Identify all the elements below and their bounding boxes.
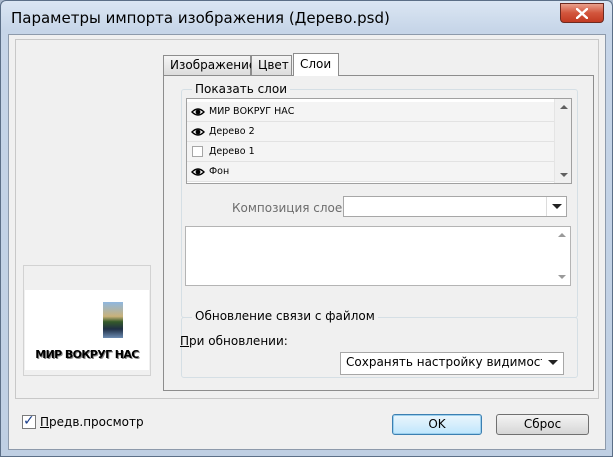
- layer-name: Дерево 2: [209, 126, 255, 137]
- tab-layers[interactable]: Слои: [293, 53, 339, 76]
- layer-composition-select[interactable]: [343, 196, 567, 217]
- ok-button[interactable]: OK: [392, 414, 482, 435]
- reset-button[interactable]: Сброс: [496, 414, 589, 435]
- window-title: Параметры импорта изображения (Дерево.ps…: [11, 9, 390, 27]
- list-item[interactable]: Фон: [187, 162, 557, 182]
- list-item[interactable]: Дерево 2: [187, 122, 557, 142]
- update-group-label: Обновление связи с файлом: [192, 309, 378, 323]
- preview-checkbox-text: редв.просмотр: [49, 415, 144, 429]
- eye-icon[interactable]: [191, 126, 205, 138]
- scroll-up-icon[interactable]: [560, 105, 568, 109]
- on-update-value: Сохранять настройку видимости слоев: [346, 355, 542, 369]
- layer-name: Дерево 1: [209, 146, 255, 157]
- layers-list[interactable]: МИР ВОКРУГ НАС Дерево 2 Дерево 1 Фон: [186, 98, 572, 184]
- dialog-window: Параметры импорта изображения (Дерево.ps…: [0, 0, 613, 457]
- on-update-label-mnemonic: П: [180, 334, 190, 348]
- layer-composition-label: Композиция слоев:: [232, 201, 354, 215]
- preview-checkbox-mnemonic: П: [40, 415, 50, 429]
- list-item[interactable]: МИР ВОКРУГ НАС: [187, 102, 557, 122]
- chevron-down-icon[interactable]: [543, 353, 563, 374]
- composition-description: [185, 226, 571, 286]
- tab-color[interactable]: Цвет: [251, 55, 292, 75]
- close-button[interactable]: [560, 3, 604, 23]
- thumbnail-photo: [103, 302, 123, 338]
- on-update-label: При обновлении:: [180, 334, 288, 348]
- layer-name: МИР ВОКРУГ НАС: [209, 106, 295, 117]
- scroll-up-icon[interactable]: [558, 233, 566, 237]
- tab-image[interactable]: Изображение: [163, 55, 256, 75]
- layer-name: Фон: [209, 166, 230, 177]
- list-item[interactable]: Дерево 1: [187, 142, 557, 162]
- on-update-select[interactable]: Сохранять настройку видимости слоев: [340, 352, 564, 375]
- preview-panel: МИР ВОКРУГ НАС: [23, 265, 151, 376]
- close-icon: [576, 7, 588, 19]
- dialog-client-area: МИР ВОКРУГ НАС Изображение Цвет Слои Пок…: [8, 34, 606, 450]
- show-layers-label: Показать слои: [192, 82, 290, 96]
- description-scrollbar[interactable]: [553, 227, 570, 285]
- preview-checkbox[interactable]: [22, 413, 36, 429]
- eye-icon[interactable]: [191, 106, 205, 118]
- visibility-toggle[interactable]: [192, 146, 203, 157]
- scroll-down-icon[interactable]: [558, 275, 566, 279]
- eye-icon[interactable]: [191, 166, 205, 178]
- preview-image: МИР ВОКРУГ НАС: [25, 290, 149, 370]
- on-update-label-text: ри обновлении:: [189, 334, 288, 348]
- chevron-down-icon[interactable]: [546, 197, 566, 216]
- thumbnail-text: МИР ВОКРУГ НАС: [35, 348, 139, 361]
- scroll-down-icon[interactable]: [560, 173, 568, 177]
- preview-checkbox-label[interactable]: Предв.просмотр: [40, 415, 144, 429]
- layers-scrollbar[interactable]: [554, 99, 571, 183]
